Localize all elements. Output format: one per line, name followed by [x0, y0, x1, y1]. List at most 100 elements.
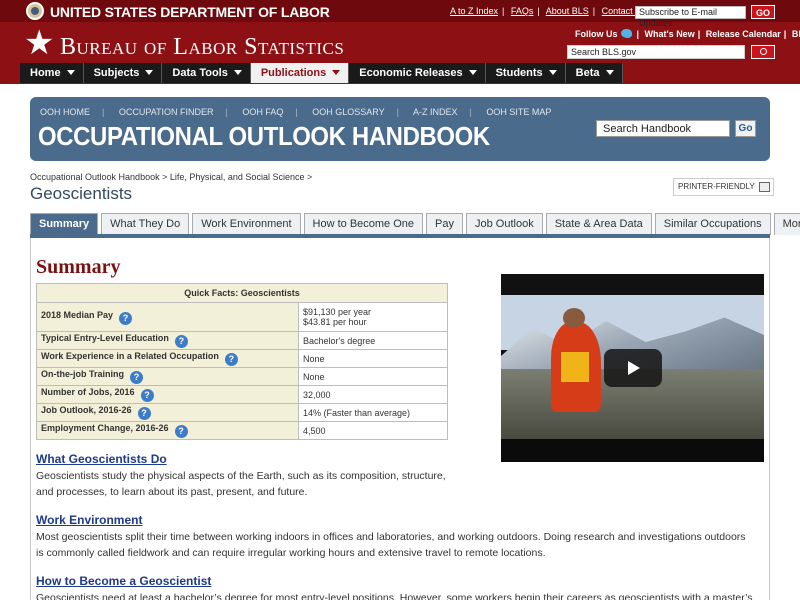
table-row: Typical Entry-Level Education? Bachelor'…: [36, 331, 448, 350]
table-row: Number of Jobs, 2016? 32,000: [36, 385, 448, 404]
table-row: On-the-job Training? None: [36, 367, 448, 386]
quick-fact-label: On-the-job Training: [41, 369, 124, 379]
help-icon[interactable]: ?: [140, 389, 154, 402]
ooh-link-site-map[interactable]: OOH SITE MAP: [486, 107, 551, 117]
breadcrumb-separator: >: [162, 172, 168, 182]
help-icon[interactable]: ?: [174, 425, 188, 438]
tab-more-info[interactable]: More Info: [773, 213, 800, 235]
follow-us-label: Follow Us: [575, 29, 618, 39]
caret-down-icon: [233, 70, 242, 75]
search-icon[interactable]: [751, 45, 775, 59]
ooh-link-glossary[interactable]: OOH GLOSSARY: [312, 107, 384, 117]
ooh-banner: OOH HOME | OCCUPATION FINDER | OOH FAQ | OO…: [30, 97, 770, 161]
section-link-work-environment[interactable]: Work Environment: [36, 513, 142, 527]
breadcrumb: Occupational Outlook Handbook > Life, Ph…: [30, 172, 312, 182]
ooh-link-a-z-index[interactable]: A-Z INDEX: [413, 107, 458, 117]
quick-fact-value: 4,500: [298, 421, 448, 440]
tab-summary[interactable]: Summary: [30, 213, 99, 235]
caret-down-icon: [468, 70, 477, 75]
twitter-icon[interactable]: [620, 29, 632, 38]
breadcrumb-separator: >: [306, 172, 313, 182]
dol-name[interactable]: UNITED STATES DEPARTMENT OF LABOR: [50, 4, 330, 20]
play-icon[interactable]: [604, 349, 662, 387]
bls-star-logo-icon[interactable]: ★: [24, 26, 54, 60]
ooh-link-occupation-finder[interactable]: OCCUPATION FINDER: [119, 107, 214, 117]
nav-home[interactable]: Home: [20, 63, 84, 83]
util-link-about-bls[interactable]: About BLS: [546, 6, 589, 16]
nav-publications[interactable]: Publications: [250, 63, 350, 83]
occupation-tabs: Summary What They Do Work Environment Ho…: [30, 213, 800, 235]
quick-fact-label: Work Experience in a Related Occupation: [41, 351, 219, 361]
search-bls-input[interactable]: Search BLS.gov: [567, 45, 745, 59]
breadcrumb-ooh[interactable]: Occupational Outlook Handbook: [30, 172, 160, 182]
video-thumbnail-person: [551, 308, 601, 412]
quick-fact-value: 32,000: [298, 385, 448, 404]
quick-fact-label: 2018 Median Pay: [41, 309, 114, 320]
email-updates-input[interactable]: Subscribe to E-mail Updates: [635, 6, 746, 28]
printer-friendly-label: PRINTER-FRIENDLY: [678, 182, 755, 191]
nav-beta[interactable]: Beta: [565, 63, 623, 83]
tab-how-to-become-one[interactable]: How to Become One: [303, 213, 424, 235]
quick-fact-label: Typical Entry-Level Education: [41, 333, 169, 343]
page-title: Geoscientists: [30, 184, 133, 203]
quick-fact-label: Number of Jobs, 2016: [41, 387, 135, 397]
section-text-what-they-do: Geoscientists study the physical aspects…: [36, 470, 446, 498]
tab-job-outlook[interactable]: Job Outlook: [466, 213, 543, 235]
util-link-a-to-z[interactable]: A to Z Index: [450, 6, 498, 16]
table-row: 2018 Median Pay? $91,130 per year $43.81 …: [36, 302, 448, 332]
help-icon[interactable]: ?: [130, 371, 143, 384]
table-row: Job Outlook, 2016-26? 14% (Faster than a…: [36, 403, 448, 422]
tab-what-they-do[interactable]: What They Do: [101, 213, 190, 235]
table-row: Work Experience in a Related Occupation?…: [36, 349, 448, 368]
quick-facts-title: Quick Facts: Geoscientists: [36, 283, 448, 303]
nav-students[interactable]: Students: [485, 63, 566, 83]
search-handbook-input[interactable]: Search Handbook: [596, 120, 730, 137]
quick-fact-label: Employment Change, 2016-26: [41, 423, 169, 433]
quick-fact-value: 14% (Faster than average): [298, 403, 448, 422]
section-link-how-to-become[interactable]: How to Become a Geoscientist: [36, 574, 211, 588]
util-link-faqs[interactable]: FAQs: [511, 6, 534, 16]
help-icon[interactable]: ?: [174, 335, 188, 348]
tab-state-area-data[interactable]: State & Area Data: [545, 213, 652, 235]
link-release-calendar[interactable]: Release Calendar: [706, 29, 781, 39]
ooh-link-home[interactable]: OOH HOME: [40, 107, 90, 117]
help-icon[interactable]: ?: [119, 311, 133, 325]
printer-friendly-button[interactable]: PRINTER-FRIENDLY: [673, 178, 774, 196]
summary-heading: Summary: [36, 256, 121, 278]
link-whats-new[interactable]: What's New: [645, 29, 695, 39]
quick-fact-label: Job Outlook, 2016-26: [41, 405, 132, 415]
nav-economic-releases[interactable]: Economic Releases: [349, 63, 486, 83]
nav-data-tools[interactable]: Data Tools: [162, 63, 251, 83]
ooh-links: OOH HOME | OCCUPATION FINDER | OOH FAQ | OO…: [40, 107, 552, 117]
main-nav: Home Subjects Data Tools Publications Ec…: [20, 63, 623, 83]
nav-subjects[interactable]: Subjects: [83, 63, 163, 83]
caret-down-icon: [605, 70, 614, 75]
help-icon[interactable]: ?: [224, 353, 238, 366]
section-text-how-to-become: Geoscientists need at least a bachelor’s…: [36, 592, 753, 600]
tab-work-environment[interactable]: Work Environment: [192, 213, 301, 235]
quick-fact-value: None: [298, 367, 448, 386]
quick-facts-table: Quick Facts: Geoscientists 2018 Median P…: [36, 283, 448, 440]
caret-down-icon: [332, 70, 341, 75]
breadcrumb-section[interactable]: Life, Physical, and Social Science: [170, 172, 305, 182]
video-bottom-bar: [501, 439, 764, 462]
video-player[interactable]: [501, 274, 764, 462]
quick-fact-value: None: [298, 349, 448, 368]
follow-links: Follow Us | What's New | Release Calendar |…: [575, 29, 800, 39]
quick-fact-value: $43.81 per hour: [303, 317, 367, 327]
link-blog[interactable]: Blog: [792, 29, 800, 39]
printer-icon: [758, 182, 770, 192]
table-row: Employment Change, 2016-26? 4,500: [36, 421, 448, 440]
ooh-link-faq[interactable]: OOH FAQ: [242, 107, 283, 117]
section-link-what-they-do[interactable]: What Geoscientists Do: [36, 452, 167, 466]
ooh-title[interactable]: OCCUPATIONAL OUTLOOK HANDBOOK: [38, 121, 490, 152]
utility-links: A to Z Index | FAQs | About BLS | Contact U…: [450, 6, 647, 16]
tab-pay[interactable]: Pay: [426, 213, 463, 235]
tab-similar-occupations[interactable]: Similar Occupations: [654, 213, 771, 235]
search-handbook-go-button[interactable]: Go: [735, 120, 756, 137]
bls-name[interactable]: Bureau of Labor Statistics: [60, 34, 344, 61]
help-icon[interactable]: ?: [137, 407, 151, 420]
section-text-work-environment: Most geoscientists split their time betw…: [36, 531, 746, 559]
dol-seal-icon[interactable]: [26, 2, 44, 20]
email-go-button[interactable]: GO: [751, 5, 775, 19]
